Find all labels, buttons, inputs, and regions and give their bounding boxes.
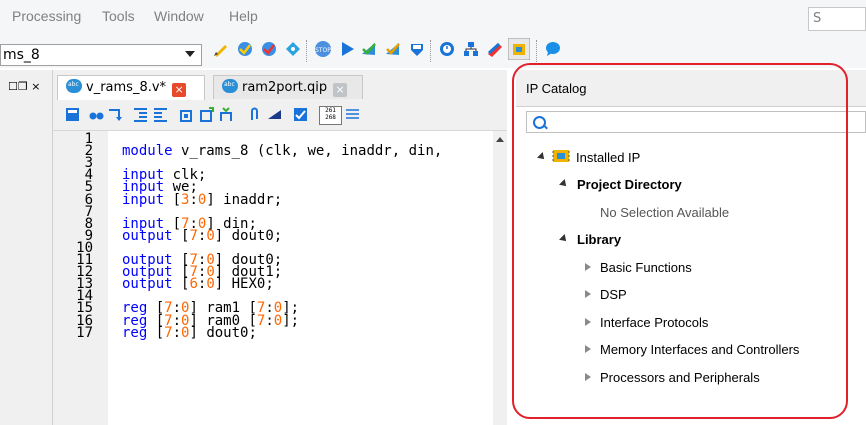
tree-no-selection: No Selection Available (600, 205, 730, 220)
chat-bubble-icon[interactable] (544, 40, 562, 58)
toolbar-separator (536, 40, 538, 62)
indent-icon[interactable] (133, 107, 148, 122)
editor-tabs: v_rams_8.v* × ram2port.qip × (53, 70, 507, 100)
tree-memory-interfaces[interactable]: Memory Interfaces and Controllers (600, 342, 799, 357)
close-icon[interactable]: × (333, 83, 348, 97)
bookmark-next-icon[interactable] (219, 107, 234, 122)
toolbar-separator (306, 40, 308, 62)
tree-processors-peripherals[interactable]: Processors and Peripherals (600, 370, 760, 385)
ip-catalog-icon[interactable] (508, 38, 530, 60)
menu-window[interactable]: Window (154, 8, 204, 24)
line-number-gutter: 1 2 3 4 5 6 7 8 9 10 11 12 13 14 15 16 17 (53, 131, 108, 425)
expand-arrow-icon[interactable] (559, 179, 569, 189)
pencil-icon[interactable] (212, 40, 230, 58)
fitter-icon[interactable] (384, 40, 402, 58)
collapse-arrow-icon[interactable] (585, 373, 591, 381)
collapse-arrow-icon[interactable] (585, 290, 591, 298)
code-line[interactable]: output [6:0] HEX0; (122, 277, 274, 291)
analysis-synthesis-icon[interactable] (360, 40, 378, 58)
close-icon[interactable]: × (172, 83, 187, 97)
timing-analyzer-icon[interactable] (438, 40, 456, 58)
tree-dsp[interactable]: DSP (600, 287, 627, 302)
revision-select-value: ms_8 (3, 47, 40, 63)
tree-installed-ip[interactable]: Installed IP (576, 150, 640, 165)
ip-catalog-title: IP Catalog (526, 81, 587, 96)
text-editor: v_rams_8.v* × ram2port.qip × 261 268 12345… (53, 70, 507, 425)
svg-text:STOP: STOP (315, 47, 331, 54)
paperclip-icon[interactable] (247, 107, 262, 122)
align-lines-icon[interactable] (345, 107, 360, 122)
toolbar-separator (430, 40, 432, 62)
programmer-icon[interactable] (486, 40, 504, 58)
code-line[interactable]: reg [7:0] dout0; (122, 326, 257, 340)
stop-icon[interactable]: STOP (314, 40, 332, 58)
assembler-icon[interactable] (408, 40, 426, 58)
expand-arrow-icon[interactable] (537, 152, 547, 162)
toggle-view-icon[interactable] (65, 107, 80, 122)
revision-select[interactable]: ms_8 (0, 44, 202, 66)
code-line[interactable]: module v_rams_8 (clk, we, inaddr, din, (122, 144, 442, 158)
tree-library[interactable]: Library (577, 232, 621, 247)
bookmark-toggle-icon[interactable] (199, 107, 214, 122)
help-search-input[interactable]: S (808, 7, 866, 31)
line-number: 17 (76, 324, 93, 341)
menu-processing[interactable]: Processing (12, 8, 81, 24)
collapse-arrow-icon[interactable] (585, 345, 591, 353)
uncomment-block-icon[interactable] (293, 107, 308, 122)
installed-ip-icon (552, 150, 570, 162)
compile-analysis-icon[interactable] (236, 40, 254, 58)
expand-arrow-icon[interactable] (559, 234, 569, 244)
comment-block-icon[interactable] (267, 107, 282, 122)
project-navigator-panel: ☐❐ × (0, 70, 53, 425)
ip-catalog-header: IP Catalog (516, 70, 866, 107)
unindent-icon[interactable] (153, 107, 168, 122)
pin-planner-icon[interactable] (284, 40, 302, 58)
tree-interface-protocols[interactable]: Interface Protocols (600, 315, 708, 330)
code-line[interactable]: output [7:0] dout0; (122, 229, 282, 243)
menu-bar: Processing Tools Window Help S (0, 0, 866, 34)
ip-catalog-panel: IP Catalog Installed IP Project Director… (516, 70, 866, 425)
panel-window-controls[interactable]: ☐❐ × (8, 80, 40, 93)
tab-ram2port-qip[interactable]: ram2port.qip × (213, 75, 363, 99)
find-icon[interactable] (89, 107, 104, 122)
vertical-scrollbar[interactable] (493, 131, 507, 425)
netlist-viewer-icon[interactable] (462, 40, 480, 58)
chevron-down-icon (185, 51, 195, 57)
tab-label: v_rams_8.v* (86, 80, 167, 95)
collapse-arrow-icon[interactable] (585, 318, 591, 326)
verilog-file-icon (66, 79, 82, 93)
tab-label: ram2port.qip (242, 80, 328, 95)
line-counter-button[interactable]: 261 268 (319, 106, 342, 125)
play-compile-icon[interactable] (338, 40, 356, 58)
tree-basic-functions[interactable]: Basic Functions (600, 260, 692, 275)
qip-file-icon (222, 79, 238, 93)
ip-search-input[interactable] (526, 111, 866, 133)
find-next-icon[interactable] (107, 107, 122, 122)
editor-toolbar: 261 268 (53, 100, 507, 131)
tab-v-rams-8[interactable]: v_rams_8.v* × (57, 75, 205, 100)
menu-help[interactable]: Help (229, 8, 258, 24)
search-icon (533, 116, 546, 129)
collapse-arrow-icon[interactable] (585, 263, 591, 271)
scroll-up-arrow-icon[interactable] (496, 137, 504, 142)
menu-tools[interactable]: Tools (102, 8, 135, 24)
tree-project-directory[interactable]: Project Directory (577, 177, 682, 192)
code-line[interactable]: input [3:0] inaddr; (122, 193, 282, 207)
insert-template-icon[interactable] (179, 107, 194, 122)
analysis-elaboration-icon[interactable] (260, 40, 278, 58)
code-area[interactable]: 1 2 3 4 5 6 7 8 9 10 11 12 13 14 15 16 17 module v_rams_… (53, 131, 493, 425)
